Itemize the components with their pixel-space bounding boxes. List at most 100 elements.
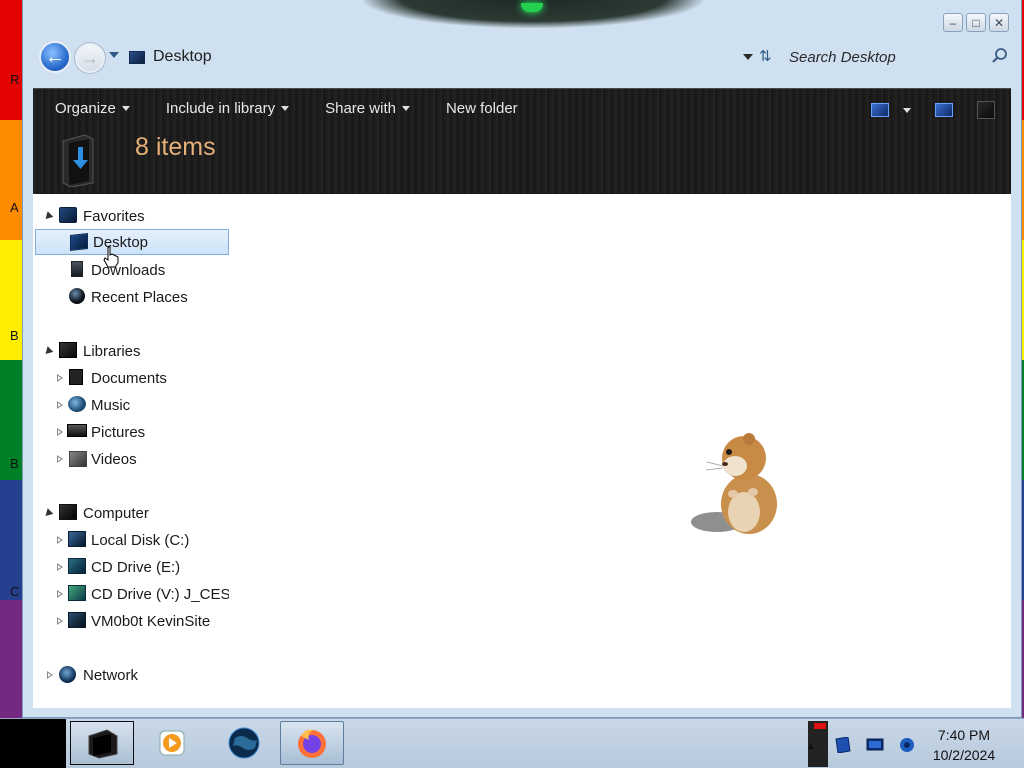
desktop-label-fragment[interactable]: A bbox=[10, 200, 19, 215]
nav-item-pictures[interactable]: Pictures bbox=[33, 419, 229, 445]
maximize-button[interactable]: □ bbox=[966, 13, 986, 32]
nav-label: CD Drive (E:) bbox=[91, 558, 181, 576]
nav-computer[interactable]: Computer bbox=[33, 500, 229, 526]
nav-label: Recent Places bbox=[91, 288, 188, 306]
nav-item-cd-drive-v[interactable]: CD Drive (V:) J_CESN bbox=[33, 581, 229, 607]
expanded-arrow-icon[interactable] bbox=[42, 210, 54, 222]
nav-label: Videos bbox=[91, 450, 137, 468]
system-tray bbox=[834, 737, 916, 753]
hamster-image[interactable] bbox=[689, 424, 789, 539]
address-bar[interactable]: Desktop bbox=[121, 42, 755, 72]
expanded-arrow-icon[interactable] bbox=[42, 507, 54, 519]
forward-button[interactable]: → bbox=[75, 43, 105, 73]
nav-libraries[interactable]: Libraries bbox=[33, 338, 229, 364]
expanded-arrow-icon[interactable] bbox=[42, 345, 54, 357]
network-icon[interactable] bbox=[898, 737, 916, 753]
nav-network[interactable]: Network bbox=[33, 662, 229, 688]
network-icon bbox=[59, 666, 76, 683]
share-with-menu[interactable]: Share with bbox=[325, 100, 410, 117]
nav-item-videos[interactable]: Videos bbox=[33, 446, 229, 472]
hand-cursor-icon bbox=[103, 246, 119, 268]
new-folder-button[interactable]: New folder bbox=[446, 100, 518, 117]
help-icon[interactable] bbox=[977, 101, 995, 119]
firefox-icon bbox=[298, 729, 326, 758]
libraries-icon bbox=[59, 342, 77, 358]
back-button[interactable]: ← bbox=[39, 41, 71, 73]
clock[interactable]: 7:40 PM 10/2/2024 bbox=[926, 725, 1002, 765]
cd-drive-icon bbox=[68, 558, 86, 574]
forward-arrow-icon: → bbox=[81, 47, 99, 68]
organize-menu[interactable]: Organize bbox=[55, 100, 130, 117]
explorer-icon bbox=[88, 729, 118, 759]
nav-favorites[interactable]: Favorites bbox=[33, 203, 229, 229]
chevron-up-icon[interactable]: ▲ bbox=[806, 741, 816, 752]
new-folder-label: New folder bbox=[445, 100, 518, 117]
command-bar: Organize Include in library Share with N… bbox=[33, 88, 1011, 194]
clock-time: 7:40 PM bbox=[937, 727, 991, 743]
change-view-icon[interactable] bbox=[871, 103, 889, 117]
desktop-label-fragment[interactable]: B bbox=[10, 456, 19, 471]
address-dropdown[interactable] bbox=[743, 54, 753, 60]
close-button[interactable]: ✕ bbox=[989, 13, 1009, 32]
desktop-icon bbox=[70, 233, 88, 251]
include-in-library-label: Include in library bbox=[165, 100, 276, 117]
action-center-icon[interactable] bbox=[834, 737, 852, 753]
computer-icon bbox=[59, 504, 77, 520]
start-button[interactable] bbox=[0, 719, 66, 768]
minimize-button[interactable]: – bbox=[943, 13, 963, 32]
nav-label: Music bbox=[91, 396, 131, 414]
collapsed-arrow-icon[interactable] bbox=[55, 535, 65, 545]
search-input[interactable]: Search Desktop bbox=[781, 42, 1011, 72]
network-drive-icon bbox=[68, 612, 86, 628]
chevron-down-icon bbox=[121, 106, 130, 111]
refresh-icon[interactable]: ⇅ bbox=[759, 47, 772, 65]
collapsed-arrow-icon[interactable] bbox=[45, 670, 55, 680]
nav-label: Desktop bbox=[93, 233, 149, 251]
nav-item-music[interactable]: Music bbox=[33, 392, 229, 418]
collapsed-arrow-icon[interactable] bbox=[55, 373, 65, 383]
globe-icon bbox=[228, 727, 260, 759]
music-icon bbox=[68, 396, 86, 412]
nav-label: Network bbox=[83, 666, 139, 684]
desktop-label-fragment[interactable]: R bbox=[10, 72, 19, 87]
share-with-label: Share with bbox=[325, 100, 396, 117]
taskbar: ▲ 7:40 PM 10/2/2024 bbox=[0, 718, 1024, 768]
desktop-label-fragment[interactable]: B bbox=[10, 328, 19, 343]
collapsed-arrow-icon[interactable] bbox=[55, 589, 65, 599]
chevron-down-icon bbox=[281, 106, 290, 111]
view-options-dropdown[interactable] bbox=[903, 107, 911, 113]
chevron-down-icon bbox=[401, 106, 410, 111]
collapsed-arrow-icon[interactable] bbox=[55, 616, 65, 626]
organize-label: Organize bbox=[55, 100, 116, 117]
taskbar-media-player-button[interactable] bbox=[140, 721, 204, 765]
taskbar-globe-button[interactable] bbox=[212, 721, 276, 765]
preview-pane-icon[interactable] bbox=[935, 103, 953, 117]
documents-icon bbox=[69, 369, 83, 385]
display-icon[interactable] bbox=[866, 737, 884, 753]
item-count: 8 items bbox=[135, 133, 216, 161]
taskbar-explorer-button[interactable] bbox=[70, 721, 134, 765]
desktop-label-fragment[interactable]: C bbox=[10, 584, 19, 599]
favorites-icon bbox=[59, 207, 77, 223]
search-icon[interactable] bbox=[991, 47, 1009, 65]
disk-icon bbox=[68, 531, 86, 547]
navigation-pane: Favorites Desktop Downloads Recent Place… bbox=[33, 194, 229, 708]
taskbar-firefox-button[interactable] bbox=[280, 721, 344, 765]
desktop-icon bbox=[129, 50, 145, 64]
address-row: ← → Desktop ⇅ Search Desktop bbox=[35, 38, 1011, 78]
nav-item-downloads[interactable]: Downloads bbox=[33, 257, 229, 283]
nav-item-recent-places[interactable]: Recent Places bbox=[33, 284, 229, 310]
recent-pages-dropdown[interactable] bbox=[109, 52, 119, 58]
collapsed-arrow-icon[interactable] bbox=[55, 454, 65, 464]
collapsed-arrow-icon[interactable] bbox=[55, 562, 65, 572]
collapsed-arrow-icon[interactable] bbox=[55, 427, 65, 437]
nav-item-cd-drive-e[interactable]: CD Drive (E:) bbox=[33, 554, 229, 580]
collapsed-arrow-icon[interactable] bbox=[55, 400, 65, 410]
nav-item-local-disk[interactable]: Local Disk (C:) bbox=[33, 527, 229, 553]
file-list-pane[interactable] bbox=[229, 194, 1011, 708]
caption-buttons: – □ ✕ bbox=[943, 13, 1009, 32]
nav-item-network-drive[interactable]: VM0b0t KevinSite bbox=[33, 608, 229, 634]
nav-item-desktop[interactable]: Desktop bbox=[35, 229, 229, 255]
include-in-library-menu[interactable]: Include in library bbox=[165, 100, 290, 117]
nav-item-documents[interactable]: Documents bbox=[33, 365, 229, 391]
